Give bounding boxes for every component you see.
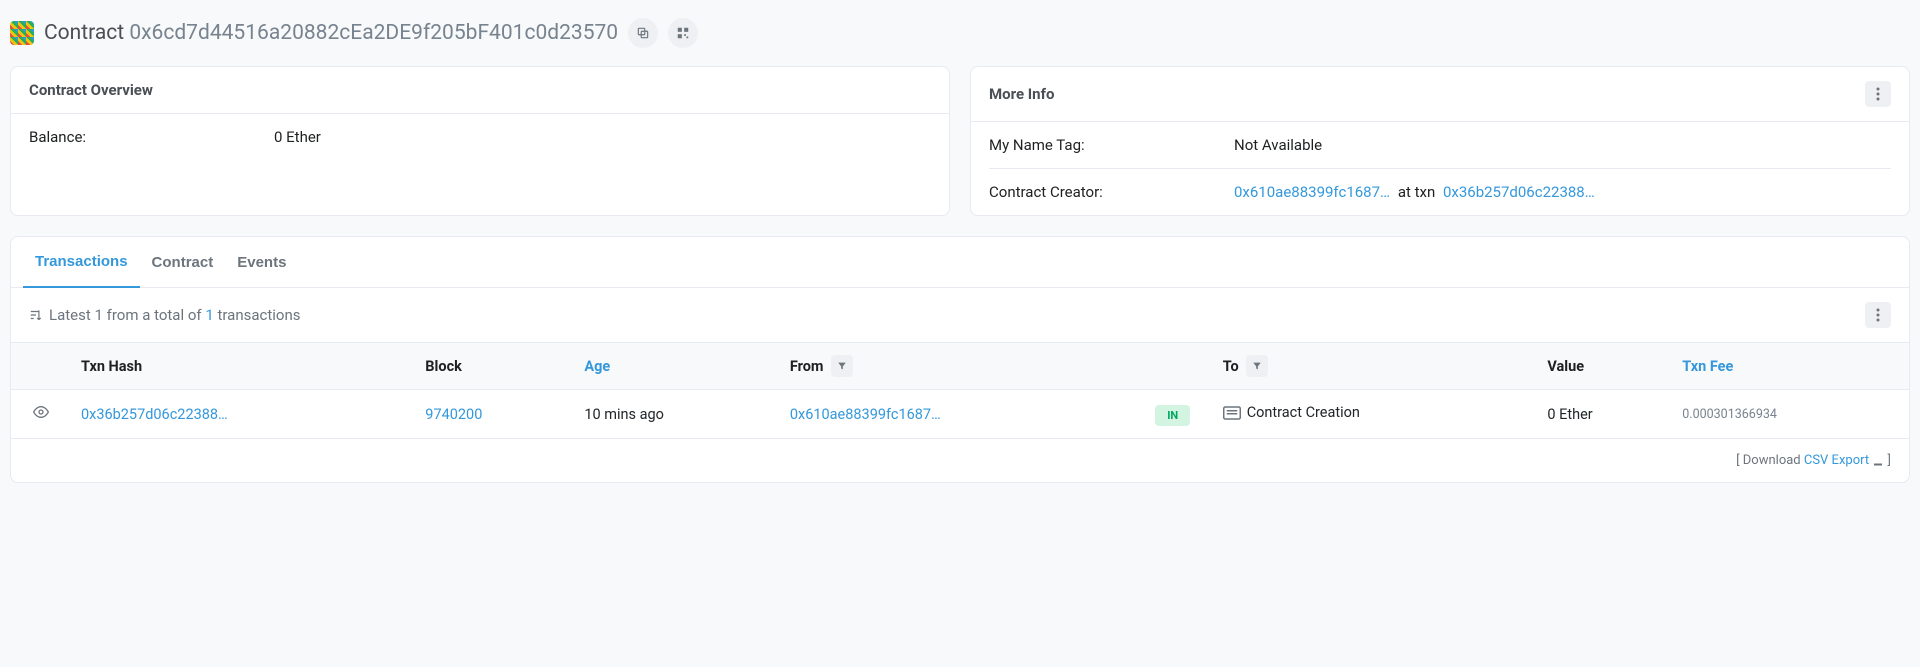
value-cell: 0 Ether xyxy=(1537,390,1672,439)
age-value: 10 mins ago xyxy=(574,390,780,439)
more-info-menu-button[interactable] xyxy=(1865,81,1891,107)
tabs: Transactions Contract Events xyxy=(11,237,1909,288)
copy-button[interactable] xyxy=(628,18,658,48)
table-row: 0x36b257d06c22388… 9740200 10 mins ago 0… xyxy=(11,390,1909,439)
transactions-table: Txn Hash Block Age From To Value xyxy=(11,342,1909,439)
more-info-card: More Info My Name Tag: Not Available Con… xyxy=(970,66,1910,216)
from-filter-button[interactable] xyxy=(831,355,853,377)
balance-row: Balance: 0 Ether xyxy=(29,114,931,160)
contract-overview-card: Contract Overview Balance: 0 Ether xyxy=(10,66,950,216)
sort-icon xyxy=(29,308,43,322)
tx-count-info: Latest 1 from a total of 1 transactions xyxy=(29,306,301,324)
at-txn-text: at txn xyxy=(1398,183,1435,201)
csv-export-link[interactable]: CSV Export xyxy=(1804,453,1884,468)
tab-contract[interactable]: Contract xyxy=(140,237,226,287)
col-block: Block xyxy=(415,343,574,390)
fee-cell: 0.000301366934 xyxy=(1672,390,1909,439)
document-icon xyxy=(1223,406,1241,420)
table-footer: [ Download CSV Export ] xyxy=(11,439,1909,482)
col-txn-hash: Txn Hash xyxy=(71,343,415,390)
col-value: Value xyxy=(1537,343,1672,390)
eye-icon xyxy=(33,404,49,420)
to-filter-button[interactable] xyxy=(1246,355,1268,377)
transactions-panel: Transactions Contract Events Latest 1 fr… xyxy=(10,236,1910,483)
creator-label: Contract Creator: xyxy=(989,183,1234,201)
page-header: Contract 0x6cd7d44516a20882cEa2DE9f205bF… xyxy=(10,10,1910,66)
filter-icon xyxy=(837,361,847,371)
moreinfo-title: More Info xyxy=(989,85,1054,103)
contract-address: 0x6cd7d44516a20882cEa2DE9f205bF401c0d235… xyxy=(129,21,618,45)
col-age[interactable]: Age xyxy=(574,343,780,390)
nametag-value: Not Available xyxy=(1234,136,1891,154)
nametag-label: My Name Tag: xyxy=(989,136,1234,154)
download-icon xyxy=(1872,455,1884,467)
overview-spacer xyxy=(29,160,931,192)
creator-address-link[interactable]: 0x610ae88399fc1687… xyxy=(1234,183,1390,201)
col-txn-fee[interactable]: Txn Fee xyxy=(1672,343,1909,390)
creator-row: Contract Creator: 0x610ae88399fc1687… at… xyxy=(989,168,1891,215)
view-details-button[interactable] xyxy=(33,407,49,424)
col-from: From xyxy=(780,343,1133,390)
block-link[interactable]: 9740200 xyxy=(425,406,482,423)
tx-info-prefix: Latest 1 from a total of xyxy=(49,306,205,324)
txn-hash-link[interactable]: 0x36b257d06c22388… xyxy=(81,406,228,423)
contract-identicon xyxy=(10,21,34,45)
dots-vertical-icon xyxy=(1876,308,1880,322)
qr-icon xyxy=(676,26,690,40)
filter-icon xyxy=(1252,361,1262,371)
tx-menu-button[interactable] xyxy=(1865,302,1891,328)
tab-events[interactable]: Events xyxy=(225,237,298,287)
from-address-link[interactable]: 0x610ae88399fc1687… xyxy=(790,406,941,423)
copy-icon xyxy=(636,26,650,40)
download-prefix: [ Download xyxy=(1736,453,1804,468)
balance-value: 0 Ether xyxy=(274,128,931,146)
balance-label: Balance: xyxy=(29,128,274,146)
col-to: To xyxy=(1213,343,1538,390)
download-suffix: ] xyxy=(1884,453,1891,468)
nametag-row: My Name Tag: Not Available xyxy=(989,122,1891,168)
to-value: Contract Creation xyxy=(1223,404,1360,421)
tx-info-suffix: transactions xyxy=(214,306,301,324)
col-direction xyxy=(1133,343,1213,390)
qr-button[interactable] xyxy=(668,18,698,48)
direction-badge: IN xyxy=(1155,405,1190,426)
tab-transactions[interactable]: Transactions xyxy=(23,237,140,288)
dots-vertical-icon xyxy=(1876,87,1880,101)
creator-txn-link[interactable]: 0x36b257d06c22388… xyxy=(1443,183,1595,201)
col-eye xyxy=(11,343,71,390)
overview-title: Contract Overview xyxy=(29,81,153,99)
page-title-label: Contract xyxy=(44,21,124,45)
tx-count-link[interactable]: 1 xyxy=(205,306,213,324)
page-title: Contract 0x6cd7d44516a20882cEa2DE9f205bF… xyxy=(44,21,618,45)
